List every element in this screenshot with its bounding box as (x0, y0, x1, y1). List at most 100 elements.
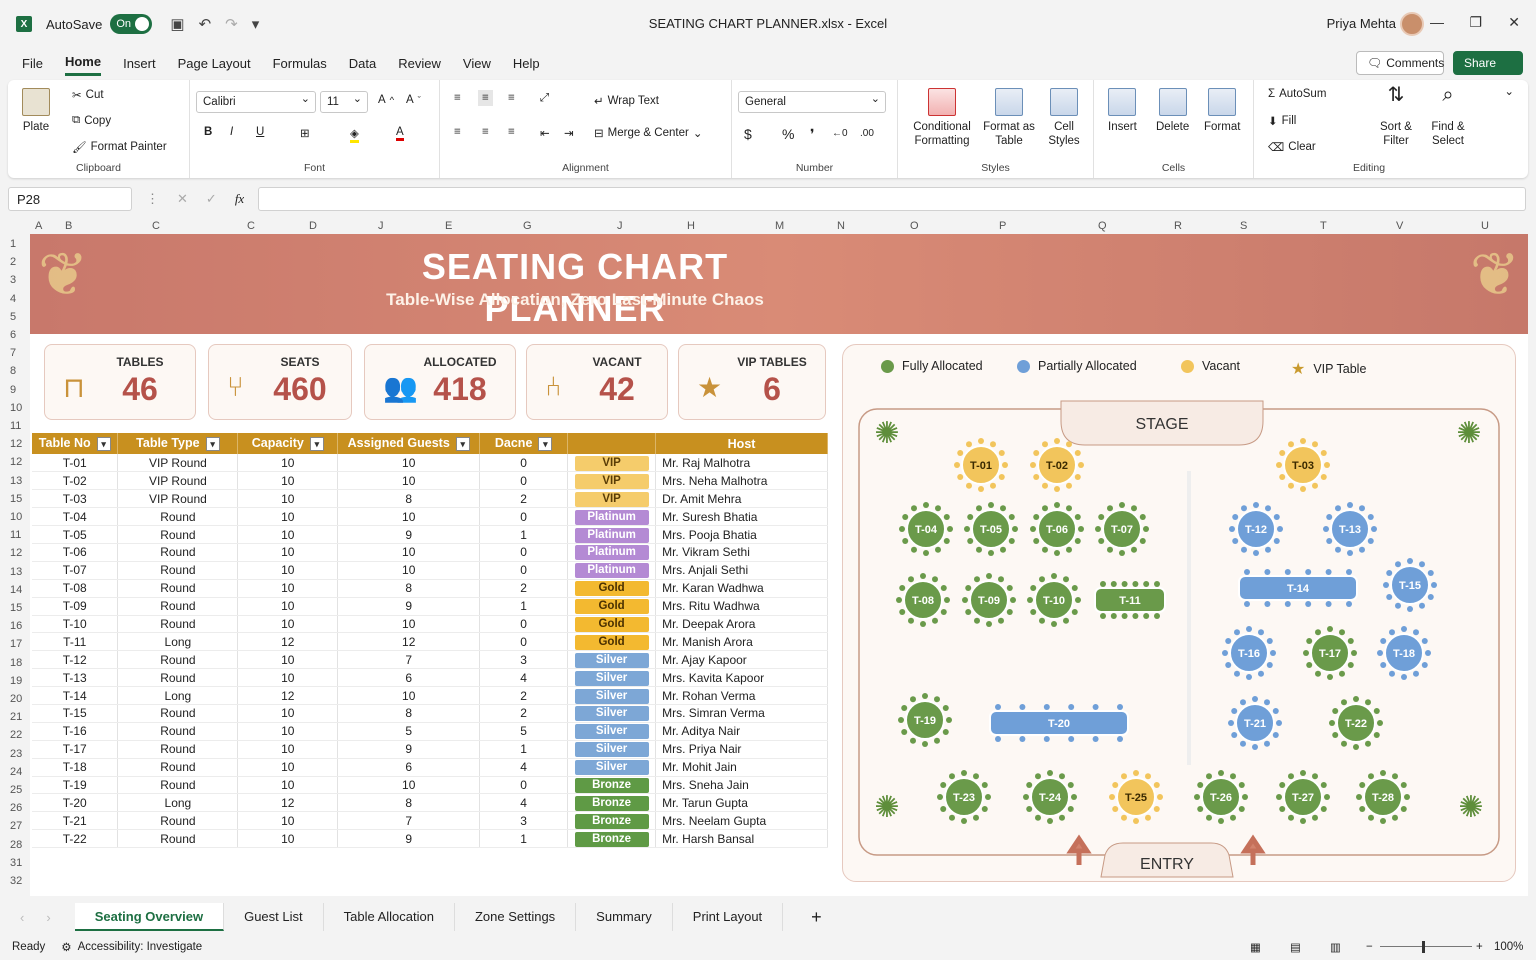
tab-help[interactable]: Help (513, 52, 540, 75)
table-cell[interactable]: 10 (237, 597, 339, 616)
cancel-icon[interactable]: ✕ (177, 191, 188, 207)
table-cell[interactable]: Round (117, 507, 239, 527)
row-header[interactable]: 18 (10, 657, 22, 669)
table-row[interactable]: T-12 Round 10 7 3 Silver Mr. Ajay Kapoor (32, 650, 828, 670)
table-cell[interactable]: 1 (479, 525, 569, 544)
row-header[interactable]: 32 (10, 875, 22, 887)
table-cell[interactable]: Round (117, 597, 239, 616)
percent-icon[interactable]: % (782, 126, 794, 142)
table-cell[interactable]: Round (117, 668, 239, 688)
table-cell[interactable]: Mr. Mohit Jain (655, 758, 828, 777)
minimize-icon[interactable]: — (1430, 14, 1444, 30)
table-cell[interactable]: Long (117, 793, 239, 813)
row-header[interactable]: 28 (10, 839, 22, 851)
table-cell[interactable]: T-05 (32, 525, 119, 544)
table-cell[interactable]: T-03 (32, 489, 119, 509)
column-header[interactable]: G (523, 220, 532, 232)
sort-filter-button[interactable]: ⇅ Sort & Filter (1374, 85, 1418, 148)
table-row[interactable]: T-11 Long 12 12 0 Gold Mr. Manish Arora (32, 632, 828, 652)
table-cell[interactable]: T-15 (32, 704, 119, 723)
table-cell[interactable]: Mr. Aditya Nair (655, 722, 828, 741)
table-cell[interactable]: Mrs. Ritu Wadhwa (655, 597, 828, 616)
delete-cells-button[interactable]: Delete (1156, 88, 1189, 134)
wrap-text-button[interactable]: ↵ Wrap Text (594, 94, 659, 108)
fx-icon[interactable]: fx (235, 191, 244, 207)
table-cell[interactable]: 12 (237, 686, 339, 705)
borders-icon[interactable]: ⊞ (300, 126, 310, 140)
table-cell[interactable]: 10 (237, 668, 339, 688)
increase-indent-icon[interactable]: ⇥ (564, 126, 574, 140)
table-cell[interactable]: 10 (237, 579, 339, 598)
filter-dropdown-icon[interactable]: ▾ (96, 436, 111, 451)
comma-icon[interactable]: ❜ (810, 126, 815, 143)
table-cell[interactable]: Mrs. Pooja Bhatia (655, 525, 828, 544)
more-options-icon[interactable]: ⋮ (146, 191, 159, 207)
tier-cell[interactable]: Silver (567, 686, 657, 705)
floor-table-t-14[interactable]: T-14 (1238, 569, 1358, 607)
zoom-out-icon[interactable]: − (1366, 941, 1373, 953)
row-header[interactable]: 12 (10, 456, 22, 468)
table-cell[interactable]: 10 (337, 507, 481, 527)
table-cell[interactable]: 10 (237, 650, 339, 670)
table-row[interactable]: T-18 Round 10 6 4 Silver Mr. Mohit Jain (32, 758, 828, 777)
table-cell[interactable]: 6 (337, 668, 481, 688)
table-row[interactable]: T-13 Round 10 6 4 Silver Mrs. Kavita Kapoor (32, 668, 828, 688)
table-cell[interactable]: Mr. Rohan Verma (655, 686, 828, 705)
row-header[interactable]: 1 (10, 238, 16, 250)
maximize-icon[interactable]: ❐ (1469, 14, 1482, 31)
table-cell[interactable]: 10 (337, 615, 481, 634)
table-cell[interactable]: 1 (479, 597, 569, 616)
column-header[interactable]: T (1320, 220, 1327, 232)
table-cell[interactable]: 6 (337, 758, 481, 777)
table-cell[interactable]: 10 (237, 722, 339, 741)
align-center-icon[interactable]: ≡ (482, 126, 489, 138)
table-cell[interactable]: 7 (337, 811, 481, 831)
table-cell[interactable]: T-06 (32, 543, 119, 562)
table-cell[interactable]: VIP Round (117, 471, 239, 491)
table-row[interactable]: T-20 Long 12 8 4 Bronze Mr. Tarun Gupta (32, 793, 828, 813)
table-row[interactable]: T-17 Round 10 9 1 Silver Mrs. Priya Nair (32, 740, 828, 759)
table-cell[interactable]: 7 (337, 650, 481, 670)
table-cell[interactable]: 5 (479, 722, 569, 741)
table-row[interactable]: T-05 Round 10 9 1 Platinum Mrs. Pooja Bhatia (32, 525, 828, 544)
tier-cell[interactable]: Silver (567, 650, 657, 670)
table-cell[interactable]: 10 (337, 543, 481, 562)
table-cell[interactable]: 10 (337, 561, 481, 580)
orientation-icon[interactable]: ⤢ (540, 92, 549, 105)
floor-table-t-26[interactable]: T-26 (1194, 770, 1248, 824)
tier-cell[interactable]: Gold (567, 615, 657, 634)
tab-review[interactable]: Review (398, 52, 441, 75)
page-layout-view-icon[interactable]: ▤ (1290, 940, 1301, 954)
filter-dropdown-icon[interactable]: ▾ (309, 436, 324, 451)
tier-cell[interactable]: Gold (567, 632, 657, 652)
floor-table-t-07[interactable]: T-07 (1095, 502, 1149, 556)
table-cell[interactable]: 1 (479, 740, 569, 759)
format-cells-button[interactable]: Format (1204, 88, 1240, 134)
column-header[interactable]: O (910, 220, 919, 232)
table-cell[interactable]: 0 (479, 454, 569, 473)
align-bottom-icon[interactable]: ≡ (508, 92, 515, 104)
merge-center-button[interactable]: ⊟ Merge & Center ⌄ (594, 126, 702, 140)
row-header[interactable]: 20 (10, 693, 22, 705)
table-cell[interactable]: 4 (479, 793, 569, 813)
fill-color-icon[interactable]: ◈ (350, 126, 359, 143)
table-cell[interactable]: 8 (337, 489, 481, 509)
column-header[interactable]: J (378, 220, 384, 232)
row-header[interactable]: 11 (10, 529, 21, 541)
table-cell[interactable]: Mr. Tarun Gupta (655, 793, 828, 813)
table-cell[interactable]: 3 (479, 650, 569, 670)
table-cell[interactable]: Mrs. Priya Nair (655, 740, 828, 759)
floor-table-t-13[interactable]: T-13 (1323, 502, 1377, 556)
align-top-icon[interactable]: ≡ (454, 92, 461, 104)
table-row[interactable]: T-16 Round 10 5 5 Silver Mr. Aditya Nair (32, 722, 828, 741)
table-cell[interactable]: 10 (337, 686, 481, 705)
table-cell[interactable]: Mr. Karan Wadhwa (655, 579, 828, 598)
row-header[interactable]: 5 (10, 311, 16, 323)
table-row[interactable]: T-21 Round 10 7 3 Bronze Mrs. Neelam Gupta (32, 811, 828, 831)
table-cell[interactable]: 4 (479, 758, 569, 777)
paste-button[interactable]: Plate (22, 88, 50, 134)
column-header[interactable]: Q (1098, 220, 1107, 232)
table-cell[interactable]: 9 (337, 525, 481, 544)
table-cell[interactable]: 0 (479, 507, 569, 527)
table-cell[interactable]: 10 (237, 471, 339, 491)
